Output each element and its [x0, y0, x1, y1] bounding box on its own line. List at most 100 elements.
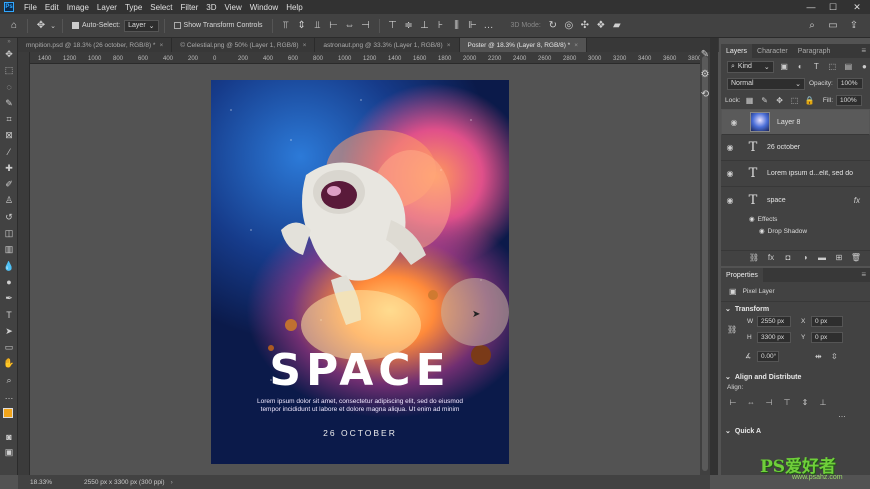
visibility-eye-icon[interactable]: ◉: [759, 227, 765, 235]
delete-layer-icon[interactable]: 🗑: [850, 252, 862, 264]
lock-pixels-icon[interactable]: ✎: [759, 95, 771, 107]
menu-file[interactable]: File: [20, 3, 41, 12]
vertical-ruler[interactable]: [18, 52, 30, 475]
workspace-icon[interactable]: ▭: [825, 18, 841, 34]
menu-select[interactable]: Select: [146, 3, 176, 12]
healing-brush-icon[interactable]: ✚: [0, 160, 18, 176]
menu-help[interactable]: Help: [282, 3, 306, 12]
adjustment-layer-icon[interactable]: ◑: [799, 252, 811, 264]
tab-properties[interactable]: Properties: [721, 268, 763, 282]
layer-row-lorem-ipsum[interactable]: ◉ T Lorem ipsum d...elit, sed do: [721, 161, 870, 187]
maximize-button[interactable]: ☐: [822, 0, 844, 14]
visibility-eye-icon[interactable]: ◉: [723, 196, 737, 205]
distribute-top-icon[interactable]: ⊤: [385, 18, 401, 34]
lasso-tool-icon[interactable]: ◌: [0, 79, 18, 95]
move-tool-icon[interactable]: ✥: [33, 18, 49, 34]
height-input[interactable]: 3300 px: [757, 332, 791, 343]
align-hcenter-icon[interactable]: ⇔: [745, 396, 757, 408]
distribute-bottom-icon[interactable]: ⊥: [417, 18, 433, 34]
dodge-tool-icon[interactable]: ●: [0, 274, 18, 290]
type-tool-icon[interactable]: T: [0, 307, 18, 323]
align-bottom-icon[interactable]: ⊥: [817, 396, 829, 408]
distribute-right-icon[interactable]: ⊩: [465, 18, 481, 34]
y-input[interactable]: 0 px: [811, 332, 843, 343]
new-group-icon[interactable]: ▬: [816, 252, 828, 264]
search-icon[interactable]: ⌕: [804, 18, 820, 34]
align-section-header[interactable]: ⌄ Align and Distribute: [721, 370, 870, 384]
panel-menu-icon[interactable]: ≡: [861, 270, 866, 279]
more-options-icon[interactable]: …: [481, 18, 497, 34]
panel-menu-icon[interactable]: ≡: [861, 46, 866, 55]
menu-type[interactable]: Type: [121, 3, 146, 12]
screen-mode-icon[interactable]: ▣: [0, 445, 18, 461]
crop-tool-icon[interactable]: ⌗: [0, 111, 18, 127]
visibility-eye-icon[interactable]: ◉: [749, 215, 755, 223]
poster-artboard[interactable]: SPACE Lorem ipsum dolor sit amet, consec…: [211, 80, 509, 464]
layer-row-26-october[interactable]: ◉ T 26 october: [721, 135, 870, 161]
transform-section-header[interactable]: ⌄ Transform: [721, 302, 870, 316]
3d-slide-icon[interactable]: ❖: [593, 18, 609, 34]
angle-input[interactable]: 0.00°: [757, 351, 779, 362]
transform-controls-checkbox[interactable]: Show Transform Controls: [173, 22, 263, 29]
brush-settings-icon[interactable]: ✎: [697, 44, 713, 64]
canvas-scrollbar[interactable]: [700, 52, 710, 475]
share-icon[interactable]: ⇪: [846, 18, 862, 34]
menu-image[interactable]: Image: [63, 3, 93, 12]
history-brush-icon[interactable]: ↺: [0, 209, 18, 225]
chevron-down-icon[interactable]: ⌄: [49, 18, 57, 34]
align-vcenter-icon[interactable]: ⇕: [799, 396, 811, 408]
clone-stamp-icon[interactable]: ♙: [0, 193, 18, 209]
quick-select-tool-icon[interactable]: ✎: [0, 95, 18, 111]
add-mask-icon[interactable]: ◘: [782, 252, 794, 264]
color-swatches[interactable]: [0, 405, 18, 429]
align-top-icon[interactable]: ⫪: [278, 18, 294, 34]
filter-adjustment-icon[interactable]: ◐: [795, 61, 806, 73]
gradient-tool-icon[interactable]: ▥: [0, 242, 18, 258]
collapse-icon[interactable]: »: [0, 38, 18, 46]
add-style-icon[interactable]: fx: [765, 252, 777, 264]
menu-3d[interactable]: 3D: [202, 3, 220, 12]
distribute-vcenter-icon[interactable]: ≑: [401, 18, 417, 34]
menu-view[interactable]: View: [221, 3, 246, 12]
hand-tool-icon[interactable]: ✋: [0, 356, 18, 372]
layer-row-layer-8[interactable]: ◉ Layer 8: [721, 109, 870, 135]
lock-all-icon[interactable]: 🔒: [804, 95, 816, 107]
lock-transparency-icon[interactable]: ▦: [744, 95, 756, 107]
link-layers-icon[interactable]: ⛓: [748, 252, 760, 264]
history-icon[interactable]: ⟲: [697, 84, 713, 104]
scrollbar-thumb[interactable]: [702, 56, 708, 471]
zoom-tool-icon[interactable]: ⌕: [0, 372, 18, 388]
filter-toggle-icon[interactable]: ●: [859, 61, 870, 73]
blur-tool-icon[interactable]: 💧: [0, 258, 18, 274]
menu-window[interactable]: Window: [246, 3, 282, 12]
distribute-hcenter-icon[interactable]: ⫼: [449, 18, 465, 34]
visibility-eye-icon[interactable]: ◉: [723, 143, 737, 152]
filter-smart-object-icon[interactable]: ▤: [843, 61, 854, 73]
align-right-icon[interactable]: ⊣: [358, 18, 374, 34]
filter-shape-icon[interactable]: ⬚: [827, 61, 838, 73]
adjustments-icon[interactable]: ⚙: [697, 64, 713, 84]
lock-position-icon[interactable]: ✥: [774, 95, 786, 107]
path-select-icon[interactable]: ➤: [0, 323, 18, 339]
align-bottom-icon[interactable]: ⫫: [310, 18, 326, 34]
auto-select-dropdown[interactable]: Layer ⌄: [124, 19, 159, 32]
align-vcenter-icon[interactable]: ⇕: [294, 18, 310, 34]
drop-shadow-row[interactable]: ◉ Drop Shadow: [721, 225, 870, 237]
effects-row[interactable]: ◉ Effects: [721, 213, 870, 225]
x-input[interactable]: 0 px: [811, 316, 843, 327]
opacity-input[interactable]: 100%: [836, 78, 863, 89]
tab-composition[interactable]: mnpition.psd @ 18.3% (26 october, RGB/8)…: [18, 38, 173, 52]
tab-astronaut[interactable]: astronaut.png @ 33.3% (Layer 1, RGB/8) ×: [315, 38, 460, 52]
visibility-eye-icon[interactable]: ◉: [727, 118, 741, 127]
foreground-color-swatch[interactable]: [3, 407, 13, 418]
link-icon[interactable]: ⛓: [727, 325, 737, 334]
tab-character[interactable]: Character: [752, 44, 793, 58]
quick-actions-header[interactable]: ⌄ Quick A: [721, 424, 870, 438]
horizontal-ruler[interactable]: 1400 1200 1000 800 600 400 200 0 200 400 600 800 100…: [30, 52, 700, 64]
close-button[interactable]: ✕: [846, 0, 868, 14]
lock-artboard-icon[interactable]: ⬚: [789, 95, 801, 107]
auto-select-checkbox[interactable]: Auto-Select:: [72, 22, 120, 29]
new-layer-icon[interactable]: ⊞: [833, 252, 845, 264]
zoom-level[interactable]: 18.33%: [30, 479, 70, 486]
align-left-icon[interactable]: ⊢: [727, 396, 739, 408]
